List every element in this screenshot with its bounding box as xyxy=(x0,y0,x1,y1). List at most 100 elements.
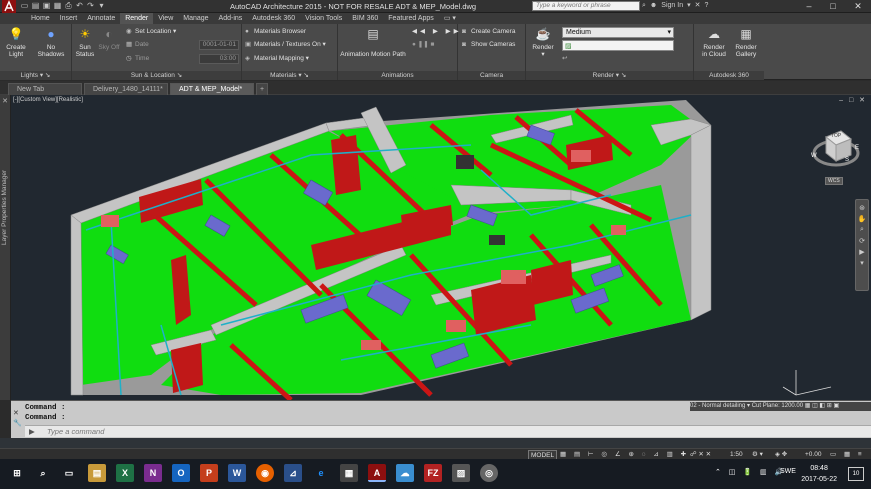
command-settings-icon[interactable]: 🔧 xyxy=(13,419,23,429)
user-icon[interactable]: ☻ xyxy=(650,1,657,11)
camera-panel-title[interactable]: Camera xyxy=(458,71,525,80)
set-location-button[interactable]: ◉ Set Location ▾ xyxy=(126,26,176,37)
start-button-icon[interactable]: ⊞ xyxy=(8,464,26,482)
exchange-icon[interactable]: ✕ xyxy=(695,1,701,11)
animation-motion-path-button[interactable]: ▤ Animation Motion Path xyxy=(338,26,408,58)
elevation-value[interactable]: +0.00 xyxy=(805,450,821,459)
stop-icon[interactable]: ■ xyxy=(430,41,434,48)
sun-panel-title[interactable]: Sun & Location ↘ xyxy=(72,71,241,80)
display-config[interactable]: 02 - Normal detailing xyxy=(690,403,745,409)
materials-browser-button[interactable]: ● Materials Browser xyxy=(245,26,306,37)
zoom-icon[interactable]: ⌕ xyxy=(860,226,864,234)
isolate-icon[interactable]: ◈ ✥ xyxy=(775,450,787,459)
render-preset-select[interactable]: Medium ▾ xyxy=(562,27,674,38)
save-as-icon[interactable]: ▦ xyxy=(53,1,62,11)
playback-controls[interactable]: ◀◀ ▶ ▶▶ xyxy=(412,26,462,37)
firefox-icon[interactable]: ◉ xyxy=(256,464,274,482)
viewport-controls[interactable]: – □ ✕ xyxy=(839,96,867,104)
undo-icon[interactable]: ↶ xyxy=(75,1,84,11)
render-in-cloud-button[interactable]: ☁ Render in Cloud xyxy=(700,26,728,58)
annotation-scale[interactable]: 1:50 xyxy=(730,450,743,459)
cloud-app-icon[interactable]: ☁ xyxy=(396,464,414,482)
help-icon[interactable]: ? xyxy=(704,1,708,11)
tab-autodesk-360[interactable]: Autodesk 360 xyxy=(247,13,300,24)
palette-close-icon[interactable]: ✕ xyxy=(0,97,10,105)
redo-icon[interactable]: ↷ xyxy=(86,1,95,11)
tab-render[interactable]: Render xyxy=(120,13,154,24)
record-controls[interactable]: ● ❚❚ ■ xyxy=(412,39,434,50)
display-config-bar[interactable]: 02 - Normal detailing ▾ Cut Plane: 1200.… xyxy=(690,402,871,411)
command-close-icon[interactable]: ✕ xyxy=(13,409,23,419)
ribbon-toggle-icon[interactable]: ▭ ▾ xyxy=(439,13,461,24)
word-icon[interactable]: W xyxy=(228,464,246,482)
outlook-icon[interactable]: O xyxy=(172,464,190,482)
powerpoint-icon[interactable]: P xyxy=(200,464,218,482)
pan-icon[interactable]: ✋ xyxy=(858,215,867,223)
tab-vision-tools[interactable]: Vision Tools xyxy=(300,13,347,24)
save-icon[interactable]: ▣ xyxy=(42,1,51,11)
doc-tab-adt-mep[interactable]: ADT & MEP_Model* xyxy=(170,83,254,95)
render-output-field[interactable]: ▨ xyxy=(562,40,674,51)
misc-app-icon[interactable]: ◎ xyxy=(480,464,498,482)
search-icon[interactable]: ⌕ xyxy=(34,464,52,482)
onenote-icon[interactable]: N xyxy=(144,464,162,482)
maximize-button[interactable]: □ xyxy=(821,0,845,13)
pause-icon[interactable]: ❚❚ xyxy=(418,41,429,48)
record-icon[interactable]: ● xyxy=(412,41,416,48)
side-palette[interactable]: ✕ Layer Properties Manager xyxy=(0,95,11,400)
add-tab-icon[interactable]: + xyxy=(256,83,268,95)
create-light-button[interactable]: 💡 Create Light xyxy=(2,26,30,58)
rewind-icon[interactable]: ◀◀ xyxy=(412,28,428,35)
tab-insert[interactable]: Insert xyxy=(55,13,83,24)
animations-panel-title[interactable]: Animations xyxy=(338,71,457,80)
autocad-logo-icon[interactable] xyxy=(2,0,16,13)
a360-panel-title[interactable]: Autodesk 360 xyxy=(694,71,764,80)
tab-annotate[interactable]: Annotate xyxy=(82,13,120,24)
show-cameras-button[interactable]: ◙ Show Cameras xyxy=(462,39,515,50)
status-tray-icons[interactable]: ▭ ▦ ≡ xyxy=(830,450,865,459)
sun-status-button[interactable]: ☀ Sun Status xyxy=(74,26,96,58)
drawing-viewport[interactable]: [-][Custom View][Realistic] – □ ✕ TOP W … xyxy=(11,95,871,400)
autocad-taskbar-icon[interactable]: A xyxy=(368,464,386,482)
filezilla-icon[interactable]: FZ xyxy=(424,464,442,482)
sky-off-button[interactable]: ◐ Sky Off xyxy=(98,26,120,51)
photos-icon[interactable]: ▨ xyxy=(452,464,470,482)
render-panel-title[interactable]: Render ▾ ↘ xyxy=(526,71,693,80)
tab-add-ins[interactable]: Add-ins xyxy=(214,13,248,24)
notifications-icon[interactable]: 10 xyxy=(848,467,864,481)
building-model-3d[interactable] xyxy=(11,95,871,400)
minimize-button[interactable]: – xyxy=(797,0,821,13)
date-field[interactable]: 0001-01-01 xyxy=(199,40,239,50)
store-icon[interactable]: ▦ xyxy=(340,464,358,482)
showmotion-icon[interactable]: ▶ xyxy=(859,248,864,256)
close-button[interactable]: ✕ xyxy=(846,0,870,13)
qat-dropdown-icon[interactable]: ▾ xyxy=(97,1,106,11)
materials-textures-button[interactable]: ▣ Materials / Textures On ▾ xyxy=(245,39,326,50)
render-gallery-button[interactable]: ▦ Render Gallery xyxy=(732,26,760,58)
command-input[interactable]: ▶ Type a command xyxy=(25,425,871,437)
sign-in-link[interactable]: Sign In xyxy=(661,1,683,11)
workspace-gear-icon[interactable]: ⚙ ▾ xyxy=(752,450,763,459)
open-icon[interactable]: ▤ xyxy=(31,1,40,11)
tab-home[interactable]: Home xyxy=(26,13,55,24)
lights-panel-title[interactable]: Lights ▾ ↘ xyxy=(0,71,71,80)
tab-bim-360[interactable]: BIM 360 xyxy=(347,13,383,24)
orbit-icon[interactable]: ⟳ xyxy=(859,237,865,245)
tray-icons[interactable]: ⌃ ◫ 🔋 ▥ 🔊 xyxy=(715,468,786,476)
viewcube[interactable]: TOP W S E WCS xyxy=(811,123,861,187)
file-explorer-icon[interactable]: ▤ xyxy=(88,464,106,482)
new-icon[interactable]: ▭ xyxy=(20,1,29,11)
navigation-bar[interactable]: ⊛ ✋ ⌕ ⟳ ▶ ▾ xyxy=(855,199,869,291)
binoculars-icon[interactable]: ⌕ xyxy=(642,1,646,11)
print-icon[interactable]: ⎙ xyxy=(64,1,73,11)
doc-tab-delivery[interactable]: Delivery_1480_14111* xyxy=(84,83,168,95)
drafting-toggles[interactable]: ▦ ▤ ⊢ ◎ ∠ ⊕ ◌ ⊿ ▥ ✚ xyxy=(560,450,689,459)
render-environment-icon[interactable]: ↩ xyxy=(562,53,567,64)
app-icon[interactable]: ⊿ xyxy=(284,464,302,482)
play-icon[interactable]: ▶ xyxy=(433,28,441,35)
materials-panel-title[interactable]: Materials ▾ ↘ xyxy=(242,71,337,80)
material-mapping-button[interactable]: ◈ Material Mapping ▾ xyxy=(245,53,309,64)
doc-tab-new[interactable]: New Tab xyxy=(8,83,82,95)
tab-view[interactable]: View xyxy=(153,13,178,24)
edge-icon[interactable]: e xyxy=(312,464,330,482)
